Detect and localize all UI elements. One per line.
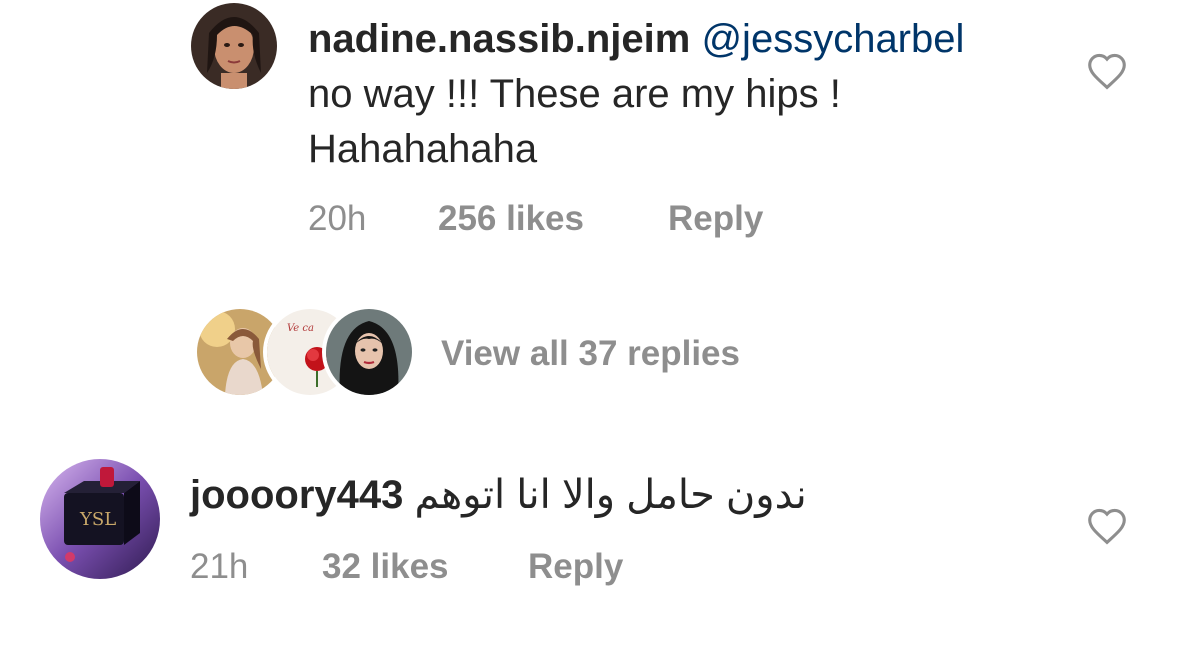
comment-meta: 20h (308, 199, 366, 239)
comment-text-line: no way !!! These are my hips ! (308, 72, 841, 116)
avatar-image (191, 3, 277, 89)
view-all-replies-link[interactable]: View all 37 replies (441, 334, 740, 374)
comment-username[interactable]: joooory443 (190, 473, 403, 517)
comment-likes[interactable]: 256 likes (438, 199, 584, 239)
comment-avatar-nadine[interactable] (191, 3, 277, 89)
comment-username[interactable]: nadine.nassib.njeim (308, 17, 690, 61)
svg-text:Ve ca: Ve ca (287, 323, 314, 334)
reply-button[interactable]: Reply (528, 547, 623, 587)
comment-text-line: Hahahahaha (308, 127, 538, 171)
heart-outline-icon[interactable] (1086, 507, 1128, 545)
reply-button[interactable]: Reply (668, 199, 763, 239)
heart-outline-icon[interactable] (1086, 52, 1128, 90)
svg-text:YSL: YSL (79, 509, 116, 530)
comment-likes[interactable]: 32 likes (322, 547, 449, 587)
comment-avatar-joooory443[interactable]: YSL (40, 459, 160, 579)
comment-body: joooory443 ندون حامل والا انا اتوهم (190, 468, 807, 523)
avatar-image: YSL (40, 459, 160, 579)
comment-time: 21h (190, 547, 249, 586)
comment-time: 20h (308, 199, 367, 238)
comment-text: ندون حامل والا انا اتوهم (414, 473, 807, 517)
comment-mention[interactable]: @jessycharbel (701, 17, 964, 61)
avatar-image (326, 309, 412, 395)
comment-meta: 21h (190, 547, 248, 587)
comment-body: nadine.nassib.njeim @jessycharbel no way… (308, 12, 1068, 177)
reply-avatar[interactable] (322, 305, 416, 399)
